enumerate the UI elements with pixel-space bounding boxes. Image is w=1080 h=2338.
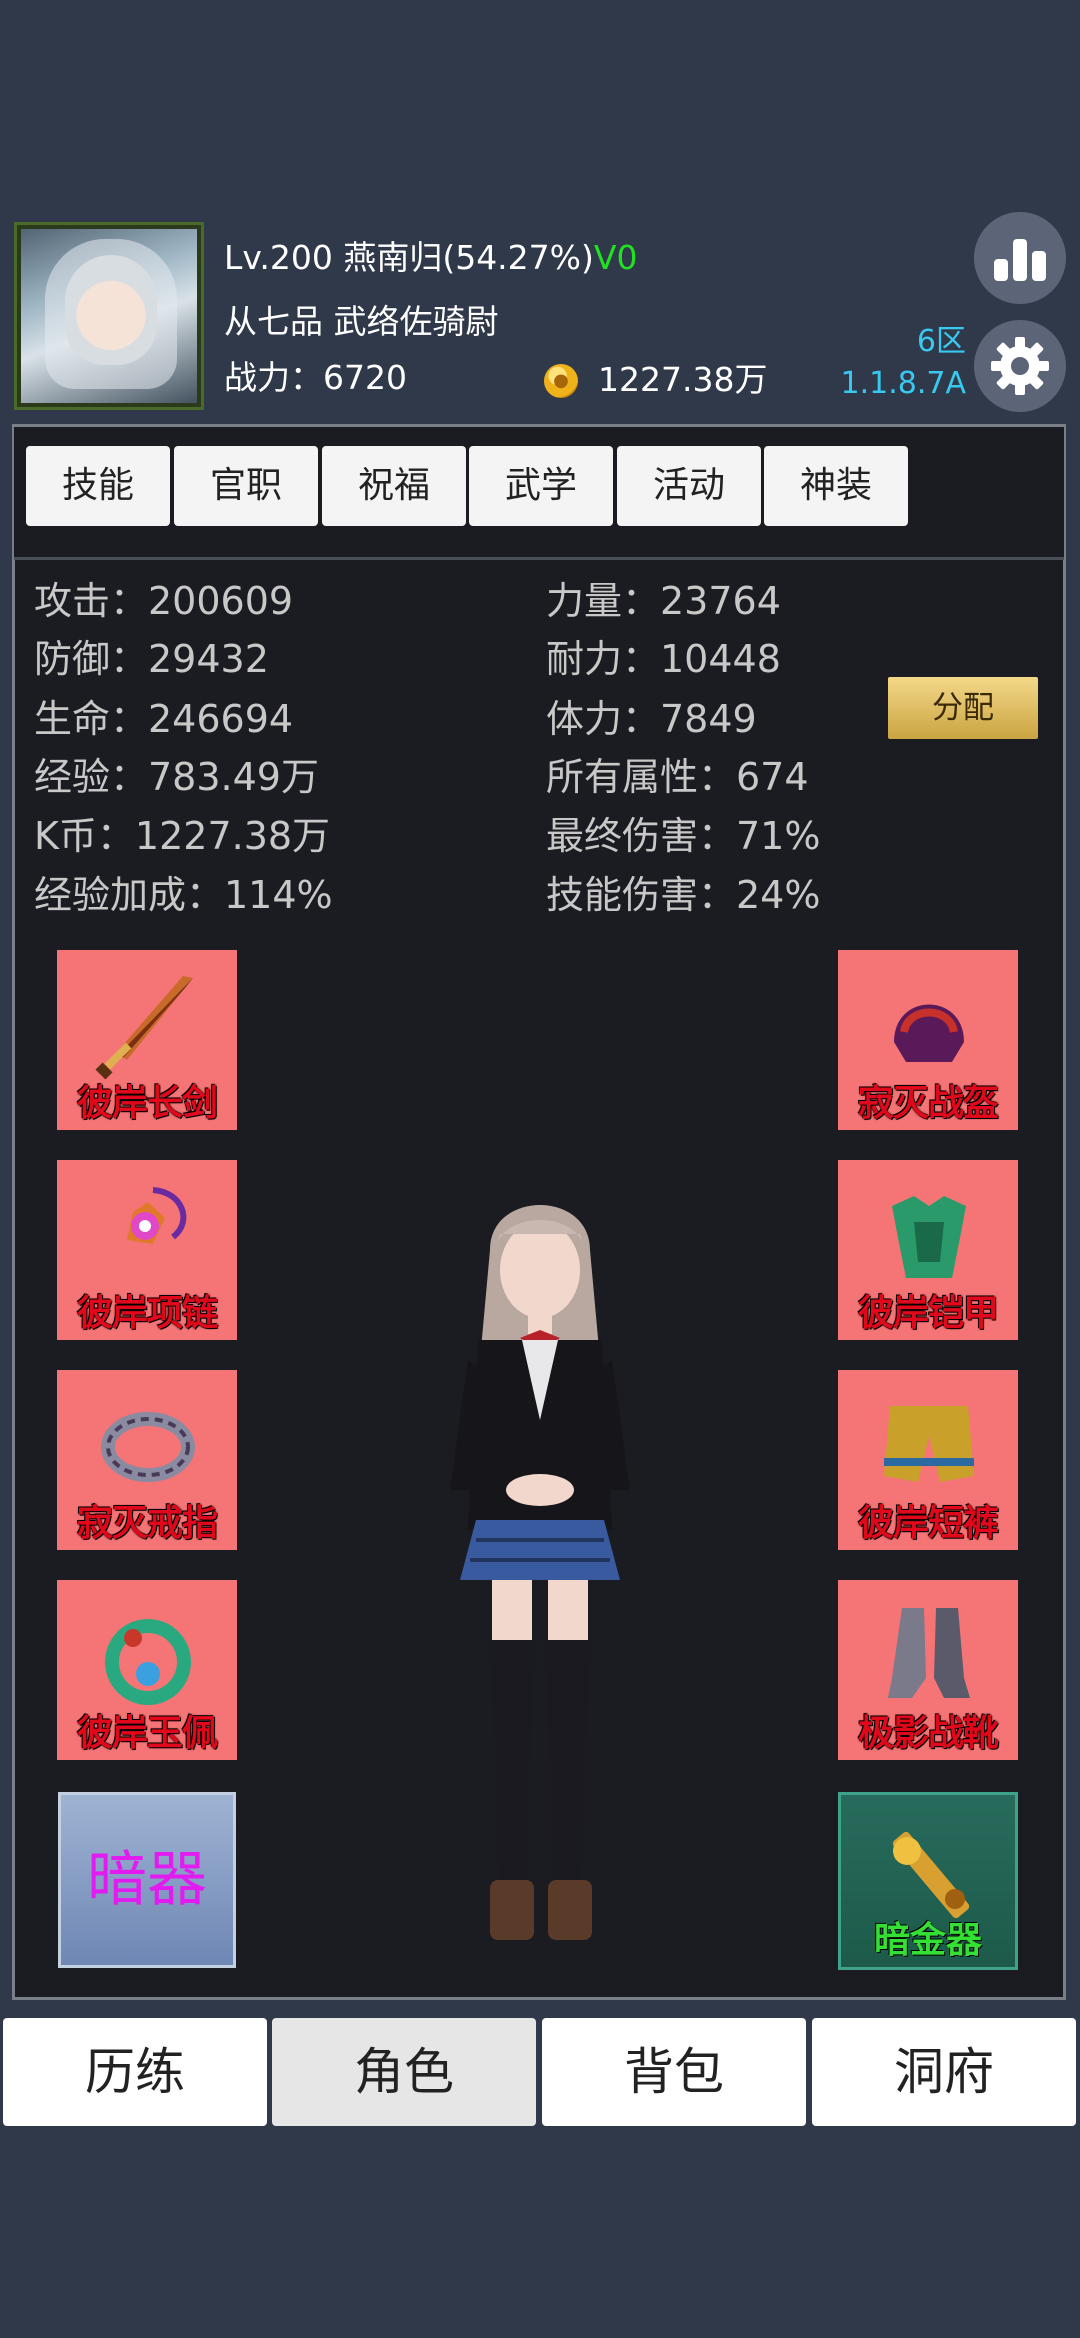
ranking-button[interactable] bbox=[974, 212, 1066, 304]
tab-blessing[interactable]: 祝福 bbox=[322, 446, 466, 526]
settings-button[interactable] bbox=[974, 320, 1066, 412]
equip-label-weapon: 彼岸长剑 bbox=[76, 1083, 218, 1124]
level-name-exp: Lv.200 燕南归(54.27%) bbox=[224, 238, 594, 277]
nav-training[interactable]: 历练 bbox=[3, 2018, 267, 2126]
equip-slot-armor[interactable]: 彼岸铠甲 bbox=[838, 1160, 1018, 1340]
equip-slot-boots[interactable]: 极影战靴 bbox=[838, 1580, 1018, 1760]
boots-icon bbox=[888, 1608, 970, 1698]
nav-backpack[interactable]: 背包 bbox=[542, 2018, 806, 2126]
tab-office[interactable]: 官职 bbox=[174, 446, 318, 526]
combat-power: 战力：6720 bbox=[224, 358, 407, 397]
pants-icon bbox=[884, 1406, 974, 1482]
hidden-weapon-slot[interactable]: 暗器 bbox=[58, 1792, 236, 1968]
stat-exp-bonus: 经验加成：114% bbox=[34, 873, 333, 917]
sword-icon bbox=[95, 976, 193, 1080]
tab-divine-gear[interactable]: 神装 bbox=[764, 446, 908, 526]
stat-endurance: 耐力：10448 bbox=[546, 637, 781, 681]
equip-label-necklace: 彼岸项链 bbox=[76, 1293, 218, 1334]
stat-final-damage: 最终伤害：71% bbox=[546, 814, 821, 858]
stat-skill-damage: 技能伤害：24% bbox=[546, 873, 821, 917]
stat-strength: 力量：23764 bbox=[546, 579, 781, 623]
dark-gold-label: 暗金器 bbox=[873, 1920, 982, 1961]
stat-exp: 经验：783.49万 bbox=[34, 755, 319, 799]
game-version: 1.1.8.7A bbox=[840, 366, 966, 401]
stat-defense: 防御：29432 bbox=[34, 637, 269, 681]
necklace-icon bbox=[127, 1187, 187, 1244]
helmet-icon bbox=[894, 1004, 964, 1062]
equip-slot-pants[interactable]: 彼岸短裤 bbox=[838, 1370, 1018, 1550]
bar-chart-icon bbox=[994, 239, 1046, 281]
equip-label-jade: 彼岸玉佩 bbox=[76, 1713, 218, 1754]
tab-martial-arts[interactable]: 武学 bbox=[469, 446, 613, 526]
stat-attack: 攻击：200609 bbox=[34, 579, 294, 623]
nav-cave-mansion[interactable]: 洞府 bbox=[812, 2018, 1076, 2126]
stat-stamina: 体力：7849 bbox=[546, 697, 757, 741]
tab-skills[interactable]: 技能 bbox=[26, 446, 170, 526]
character-model bbox=[450, 1205, 630, 1940]
equip-slot-weapon[interactable]: 彼岸长剑 bbox=[57, 950, 237, 1130]
allocate-button[interactable]: 分配 bbox=[888, 677, 1038, 739]
vip-badge[interactable]: V0 bbox=[594, 238, 638, 277]
armor-icon bbox=[892, 1196, 966, 1278]
nav-character[interactable]: 角色 bbox=[272, 2018, 536, 2126]
dark-gold-slot[interactable]: 暗金器 bbox=[838, 1792, 1018, 1970]
avatar-face bbox=[65, 255, 157, 365]
gear-icon bbox=[991, 337, 1049, 395]
equip-label-pants: 彼岸短裤 bbox=[857, 1503, 999, 1544]
player-avatar[interactable] bbox=[14, 222, 204, 410]
equip-slot-jade[interactable]: 彼岸玉佩 bbox=[57, 1580, 237, 1760]
server-zone: 6区 bbox=[916, 324, 966, 359]
equip-label-ring: 寂灭戒指 bbox=[76, 1503, 218, 1544]
equip-label-helmet: 寂灭战盔 bbox=[857, 1083, 999, 1124]
player-level-line: Lv.200 燕南归(54.27%)V0 bbox=[224, 238, 637, 278]
jade-pendant-icon bbox=[105, 1619, 191, 1705]
equip-label-armor: 彼岸铠甲 bbox=[857, 1293, 999, 1334]
equip-slot-necklace[interactable]: 彼岸项链 bbox=[57, 1160, 237, 1340]
coin-amount: 1227.38万 bbox=[598, 360, 768, 399]
stat-kcoin: K币：1227.38万 bbox=[34, 814, 331, 858]
ring-icon bbox=[101, 1412, 195, 1482]
equip-slot-ring[interactable]: 寂灭戒指 bbox=[57, 1370, 237, 1550]
rank-title: 从七品 武络佐骑尉 bbox=[224, 302, 499, 341]
tab-events[interactable]: 活动 bbox=[617, 446, 761, 526]
stat-hp: 生命：246694 bbox=[34, 697, 294, 741]
gold-coin-icon: ● bbox=[544, 364, 578, 398]
equip-label-boots: 极影战靴 bbox=[857, 1713, 999, 1754]
equip-slot-helmet[interactable]: 寂灭战盔 bbox=[838, 950, 1018, 1130]
stat-all-attributes: 所有属性：674 bbox=[546, 755, 809, 799]
